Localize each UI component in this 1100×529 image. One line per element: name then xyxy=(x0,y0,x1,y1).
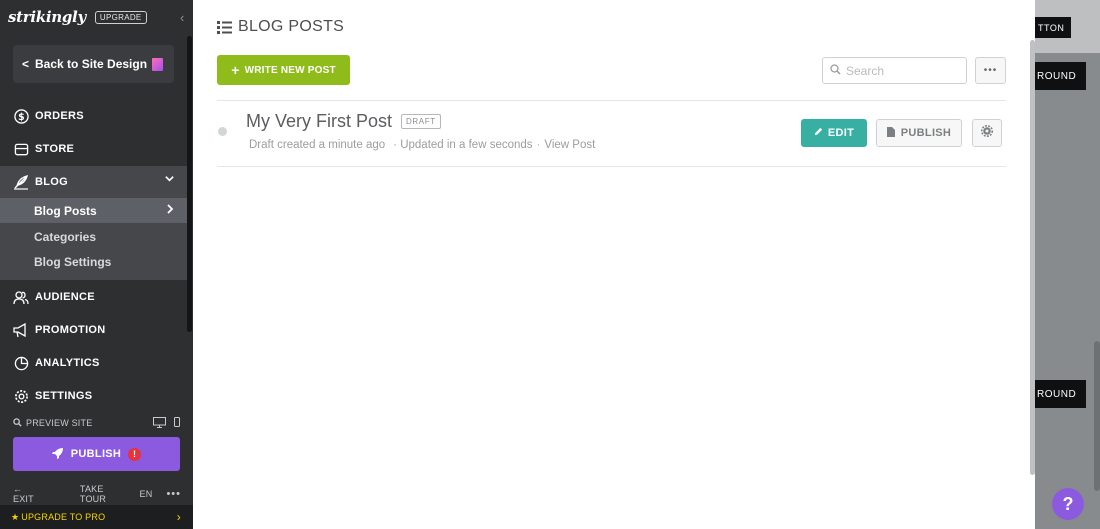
sidebar-item-label: Blog Posts xyxy=(34,203,97,218)
preview-background-button: ROUND xyxy=(1035,380,1086,408)
preview-site-row: PREVIEW SITE xyxy=(13,416,180,430)
language-selector[interactable]: EN xyxy=(140,489,153,499)
quill-icon xyxy=(13,174,29,190)
sidebar-item-promotion[interactable]: PROMOTION xyxy=(0,315,187,345)
edit-label: EDIT xyxy=(827,127,855,139)
publish-post-button[interactable]: PUBLISH xyxy=(876,119,962,147)
back-to-site-design-button[interactable]: < Back to Site Design xyxy=(13,45,174,83)
search-input[interactable] xyxy=(846,63,956,78)
preview-background-button: ROUND xyxy=(1035,62,1086,90)
divider xyxy=(217,100,1006,101)
take-tour-link[interactable]: TAKE TOUR xyxy=(80,484,126,504)
chevron-left-icon: < xyxy=(22,57,30,71)
page-title-text: BLOG POSTS xyxy=(238,18,345,35)
exit-label: EXIT xyxy=(13,494,34,504)
chevron-right-icon xyxy=(165,203,175,218)
sidebar-item-blog-settings[interactable]: Blog Settings xyxy=(0,249,187,274)
page-title: BLOG POSTS xyxy=(217,18,344,36)
search-box[interactable] xyxy=(822,57,967,84)
more-options-button[interactable]: ••• xyxy=(975,57,1006,84)
store-icon xyxy=(13,141,29,157)
palette-icon xyxy=(152,57,164,71)
svg-text:$: $ xyxy=(18,111,25,122)
dollar-icon: $ xyxy=(13,108,29,124)
search-small-icon xyxy=(13,417,22,429)
document-icon xyxy=(886,126,895,140)
draft-badge: DRAFT xyxy=(401,114,441,129)
gear-icon xyxy=(13,388,29,404)
sidebar-item-label: PROMOTION xyxy=(35,324,106,336)
star-icon: ★ xyxy=(11,511,20,522)
sidebar-item-label: SETTINGS xyxy=(35,390,93,402)
logo-row: strikingly UPGRADE xyxy=(8,8,147,26)
list-icon xyxy=(217,20,232,34)
sidebar-item-label: ORDERS xyxy=(35,110,84,122)
sidebar-item-blog-posts[interactable]: Blog Posts xyxy=(0,198,187,223)
sidebar-item-label: ANALYTICS xyxy=(35,357,100,369)
sidebar: strikingly UPGRADE ‹ < Back to Site Desi… xyxy=(0,0,193,529)
sidebar-item-label: Blog Settings xyxy=(34,254,112,269)
more-options-icon[interactable]: ••• xyxy=(166,488,181,500)
preview-site-link[interactable]: PREVIEW SITE xyxy=(26,418,92,428)
gear-icon xyxy=(980,124,994,142)
sidebar-item-categories[interactable]: Categories xyxy=(0,224,187,249)
rocket-icon xyxy=(51,447,64,462)
strikingly-logo[interactable]: strikingly xyxy=(8,8,86,26)
help-button[interactable]: ? xyxy=(1052,488,1084,520)
post-title-row: My Very First Post DRAFT xyxy=(246,111,441,132)
post-status-dot xyxy=(218,127,227,136)
sidebar-item-label: BLOG xyxy=(35,176,68,188)
desktop-icon[interactable] xyxy=(153,416,166,430)
sidebar-scrollbar[interactable] xyxy=(187,36,192,332)
sidebar-footer: ← EXIT TAKE TOUR EN ••• xyxy=(13,484,183,504)
mobile-icon[interactable] xyxy=(174,417,180,429)
upgrade-label: UPGRADE TO PRO xyxy=(21,512,106,522)
upgrade-to-pro-bar[interactable]: ★ UPGRADE TO PRO › xyxy=(0,505,193,529)
sidebar-item-label: AUDIENCE xyxy=(35,291,95,303)
divider xyxy=(217,166,1006,167)
sidebar-item-blog[interactable]: BLOG xyxy=(0,166,187,198)
sidebar-item-store[interactable]: STORE xyxy=(0,134,187,164)
window-scrollbar[interactable] xyxy=(1094,341,1100,491)
post-updated: · Updated in a few seconds xyxy=(393,139,533,151)
chevron-down-icon xyxy=(164,173,175,187)
blog-submenu: Blog Posts Categories Blog Settings xyxy=(0,198,187,280)
write-button-label: WRITE NEW POST xyxy=(244,64,336,76)
post-title[interactable]: My Very First Post xyxy=(246,111,392,132)
publish-label: PUBLISH xyxy=(70,448,122,460)
view-post-link[interactable]: View Post xyxy=(544,139,595,151)
write-new-post-button[interactable]: + WRITE NEW POST xyxy=(217,55,350,85)
sidebar-item-audience[interactable]: AUDIENCE xyxy=(0,282,187,312)
sidebar-item-orders[interactable]: $ ORDERS xyxy=(0,101,187,131)
sidebar-item-analytics[interactable]: ANALYTICS xyxy=(0,348,187,378)
collapse-sidebar-icon[interactable]: ‹ xyxy=(180,10,184,25)
publish-post-label: PUBLISH xyxy=(900,127,952,139)
sidebar-item-settings[interactable]: SETTINGS xyxy=(0,381,187,411)
back-button-label: Back to Site Design xyxy=(35,57,148,71)
meta-separator: · xyxy=(536,139,541,151)
post-settings-button[interactable] xyxy=(972,119,1002,147)
search-icon xyxy=(830,62,841,80)
chevron-right-icon: › xyxy=(176,510,181,524)
pencil-icon xyxy=(814,127,823,139)
alert-icon: ! xyxy=(128,447,142,461)
publish-site-button[interactable]: PUBLISH ! xyxy=(13,437,180,471)
pie-chart-icon xyxy=(13,355,29,371)
post-created: Draft created a minute ago xyxy=(249,139,386,151)
edit-post-button[interactable]: EDIT xyxy=(801,119,867,147)
exit-link[interactable]: ← EXIT xyxy=(13,484,66,504)
sidebar-item-label: STORE xyxy=(35,143,75,155)
arrow-left-icon: ← xyxy=(13,484,23,494)
upgrade-badge[interactable]: UPGRADE xyxy=(94,10,147,24)
preview-button: TTON xyxy=(1035,17,1071,38)
megaphone-icon xyxy=(13,322,29,338)
post-meta: Draft created a minute ago · Updated in … xyxy=(249,139,595,151)
sidebar-item-label: Categories xyxy=(34,229,97,244)
users-icon xyxy=(13,289,29,305)
plus-icon: + xyxy=(231,62,240,78)
site-preview-background: TTON ROUND ROUND xyxy=(1035,0,1100,529)
